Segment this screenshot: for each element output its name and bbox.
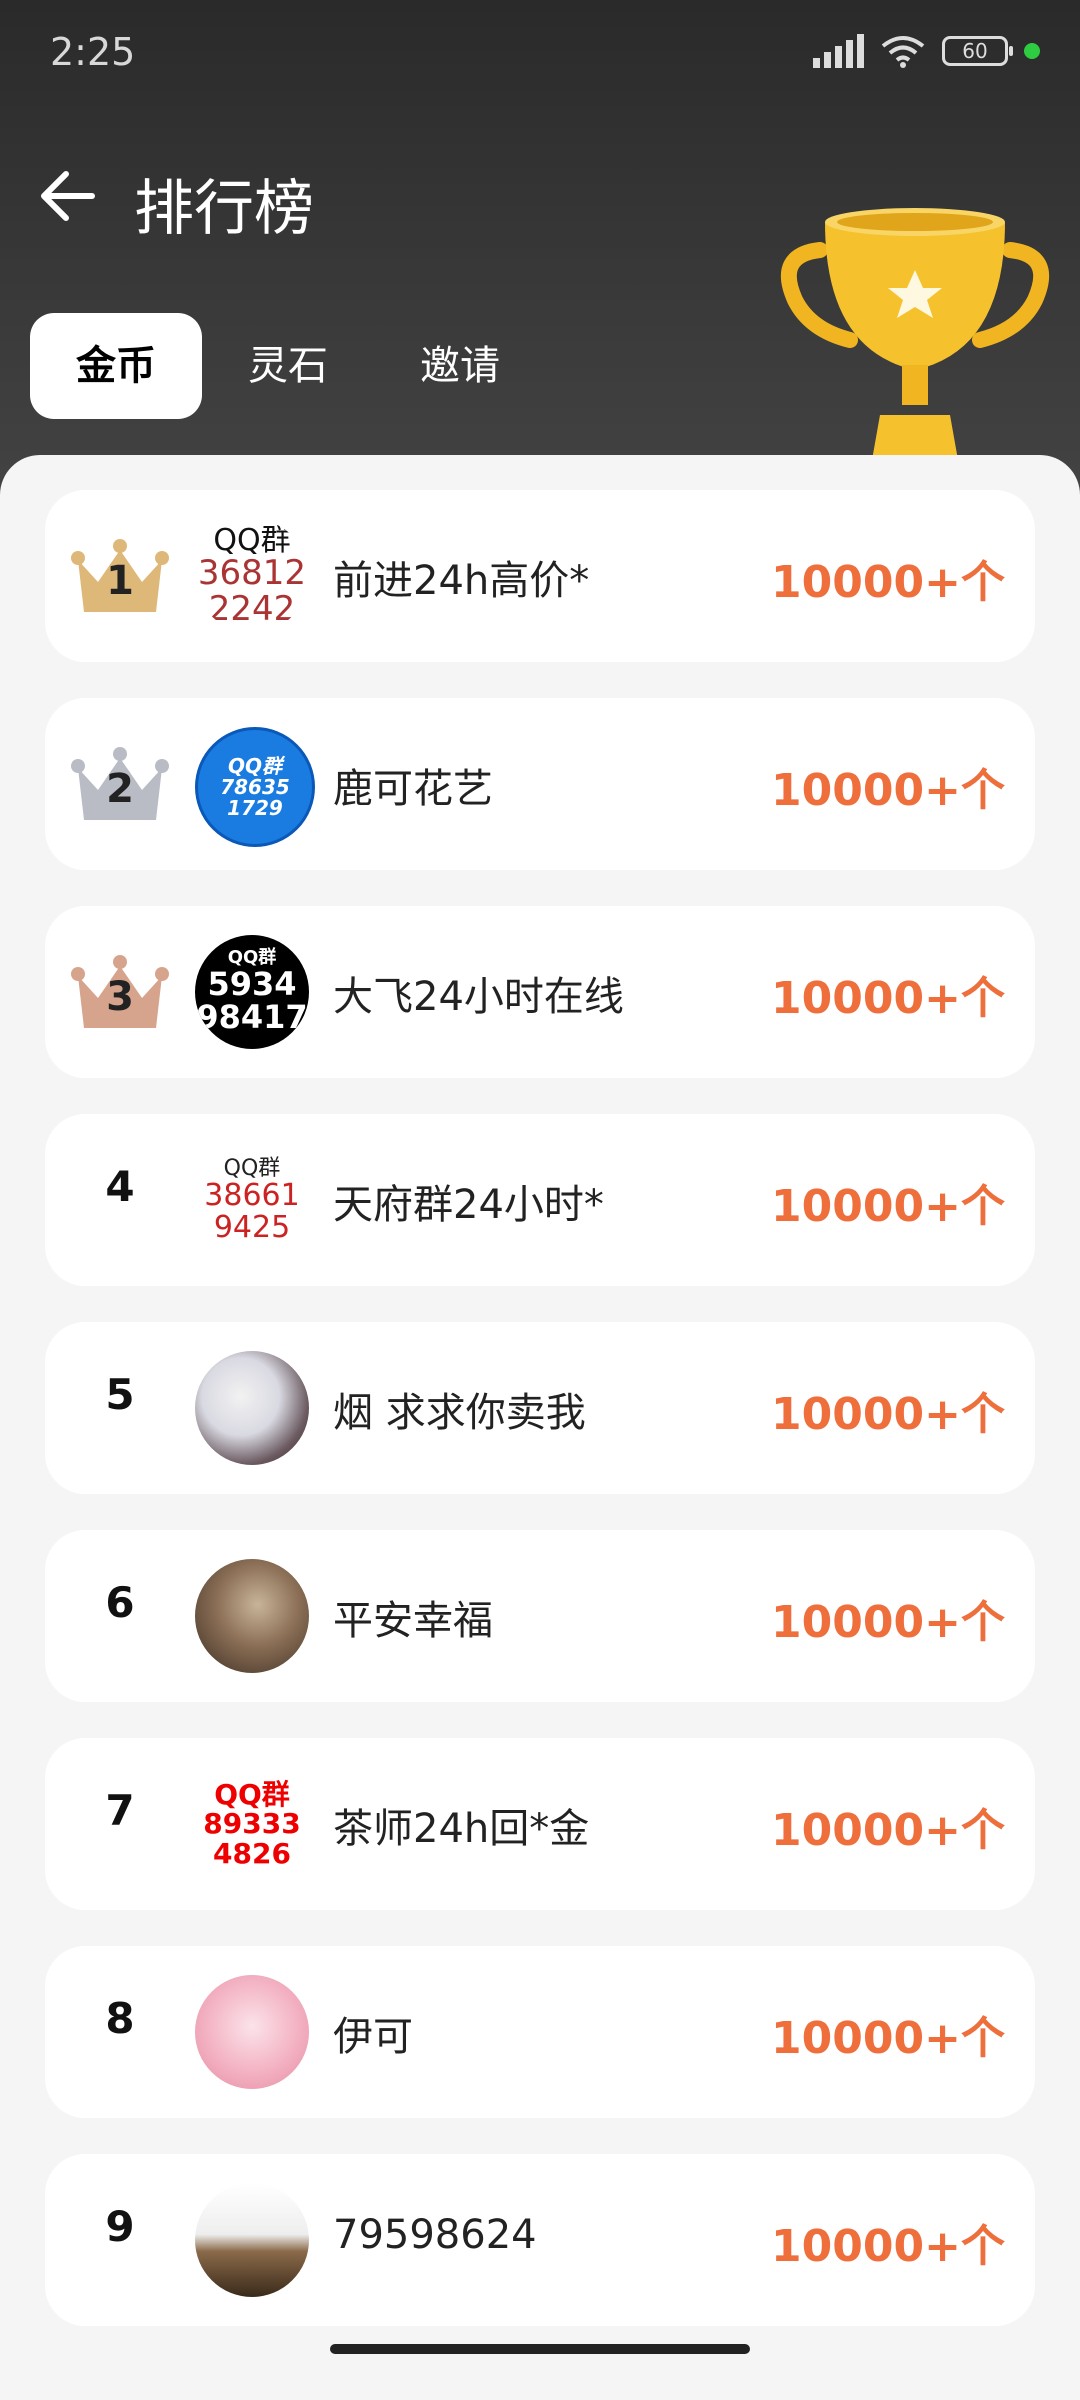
header-background: 2:25 60 排行榜 金币 灵石 邀请 (0, 0, 1080, 520)
trophy-icon (780, 208, 1050, 460)
coin-count: 10000+个 (771, 1181, 1005, 1232)
user-name: 大飞24小时在线 (333, 974, 624, 1020)
ranking-row[interactable]: 4 QQ群 38661 9425 天府群24小时* 10000+个 (45, 1114, 1035, 1286)
coin-count: 10000+个 (771, 2221, 1005, 2272)
rank-number: 4 (105, 1162, 135, 1211)
ranking-sheet: 1 QQ群 36812 2242 前进24h高价* 10000+个 2 QQ群 786… (0, 455, 1080, 2345)
avatar (195, 1351, 309, 1465)
ranking-row[interactable]: 3 QQ群 5934 98417 大飞24小时在线 10000+个 (45, 906, 1035, 1078)
coin-count: 10000+个 (771, 1805, 1005, 1856)
ranking-row[interactable]: 8 伊可 10000+个 (45, 1946, 1035, 2118)
rank-number: 3 (106, 974, 134, 1020)
status-icons: 60 (813, 34, 1040, 68)
tab-invite[interactable]: 邀请 (374, 313, 546, 419)
avatar: QQ群 38661 9425 (195, 1143, 309, 1257)
avatar (195, 2183, 309, 2297)
user-name: 茶师24h回*金 (333, 1806, 590, 1852)
silver-crown-icon: 2 (70, 738, 170, 830)
rank-number: 7 (105, 1786, 135, 1835)
bronze-crown-icon: 3 (70, 946, 170, 1038)
avatar: QQ群 36812 2242 (195, 519, 309, 633)
tab-spirit-stones[interactable]: 灵石 (202, 313, 374, 419)
rank-number: 6 (105, 1578, 135, 1627)
coin-count: 10000+个 (771, 765, 1005, 816)
status-bar: 2:25 60 (0, 0, 1080, 100)
ranking-row[interactable]: 6 平安幸福 10000+个 (45, 1530, 1035, 1702)
page-title: 排行榜 (134, 174, 314, 244)
avatar (195, 1559, 309, 1673)
user-name: 前进24h高价* (333, 558, 590, 604)
tab-bar: 金币 灵石 邀请 (30, 313, 546, 419)
tab-gold-coins[interactable]: 金币 (30, 313, 202, 419)
wifi-icon (881, 36, 925, 68)
avatar (195, 1975, 309, 2089)
coin-count: 10000+个 (771, 557, 1005, 608)
ranking-row[interactable]: 2 QQ群 78635 1729 鹿可花艺 10000+个 (45, 698, 1035, 870)
avatar: QQ群 5934 98417 (195, 935, 309, 1049)
rank-number: 9 (105, 2202, 135, 2251)
user-name: 鹿可花艺 (333, 766, 493, 812)
back-arrow-icon[interactable] (38, 170, 98, 222)
user-name: 天府群24小时* (333, 1182, 604, 1228)
user-name: 烟 求求你卖我 (333, 1390, 586, 1436)
user-name: 79598624 (333, 2212, 537, 2258)
gold-crown-icon: 1 (70, 530, 170, 622)
ranking-row[interactable]: 5 烟 求求你卖我 10000+个 (45, 1322, 1035, 1494)
signal-icon (813, 34, 864, 68)
coin-count: 10000+个 (771, 2013, 1005, 2064)
coin-count: 10000+个 (771, 1389, 1005, 1440)
privacy-indicator-dot (1024, 43, 1040, 59)
avatar: QQ群 78635 1729 (195, 727, 315, 847)
rank-number: 8 (105, 1994, 135, 2043)
ranking-row[interactable]: 7 QQ群 89333 4826 茶师24h回*金 10000+个 (45, 1738, 1035, 1910)
rank-number: 2 (106, 766, 134, 812)
user-name: 平安幸福 (333, 1598, 493, 1644)
avatar: QQ群 89333 4826 (195, 1767, 309, 1881)
home-indicator[interactable] (330, 2344, 750, 2354)
ranking-row[interactable]: 1 QQ群 36812 2242 前进24h高价* 10000+个 (45, 490, 1035, 662)
rank-number: 5 (105, 1370, 135, 1419)
ranking-list: 1 QQ群 36812 2242 前进24h高价* 10000+个 2 QQ群 786… (45, 490, 1035, 2362)
coin-count: 10000+个 (771, 973, 1005, 1024)
ranking-row[interactable]: 9 79598624 10000+个 (45, 2154, 1035, 2326)
user-name: 伊可 (333, 2014, 413, 2060)
battery-icon: 60 (942, 36, 1013, 66)
status-time: 2:25 (50, 30, 136, 74)
rank-number: 1 (106, 558, 134, 604)
coin-count: 10000+个 (771, 1597, 1005, 1648)
